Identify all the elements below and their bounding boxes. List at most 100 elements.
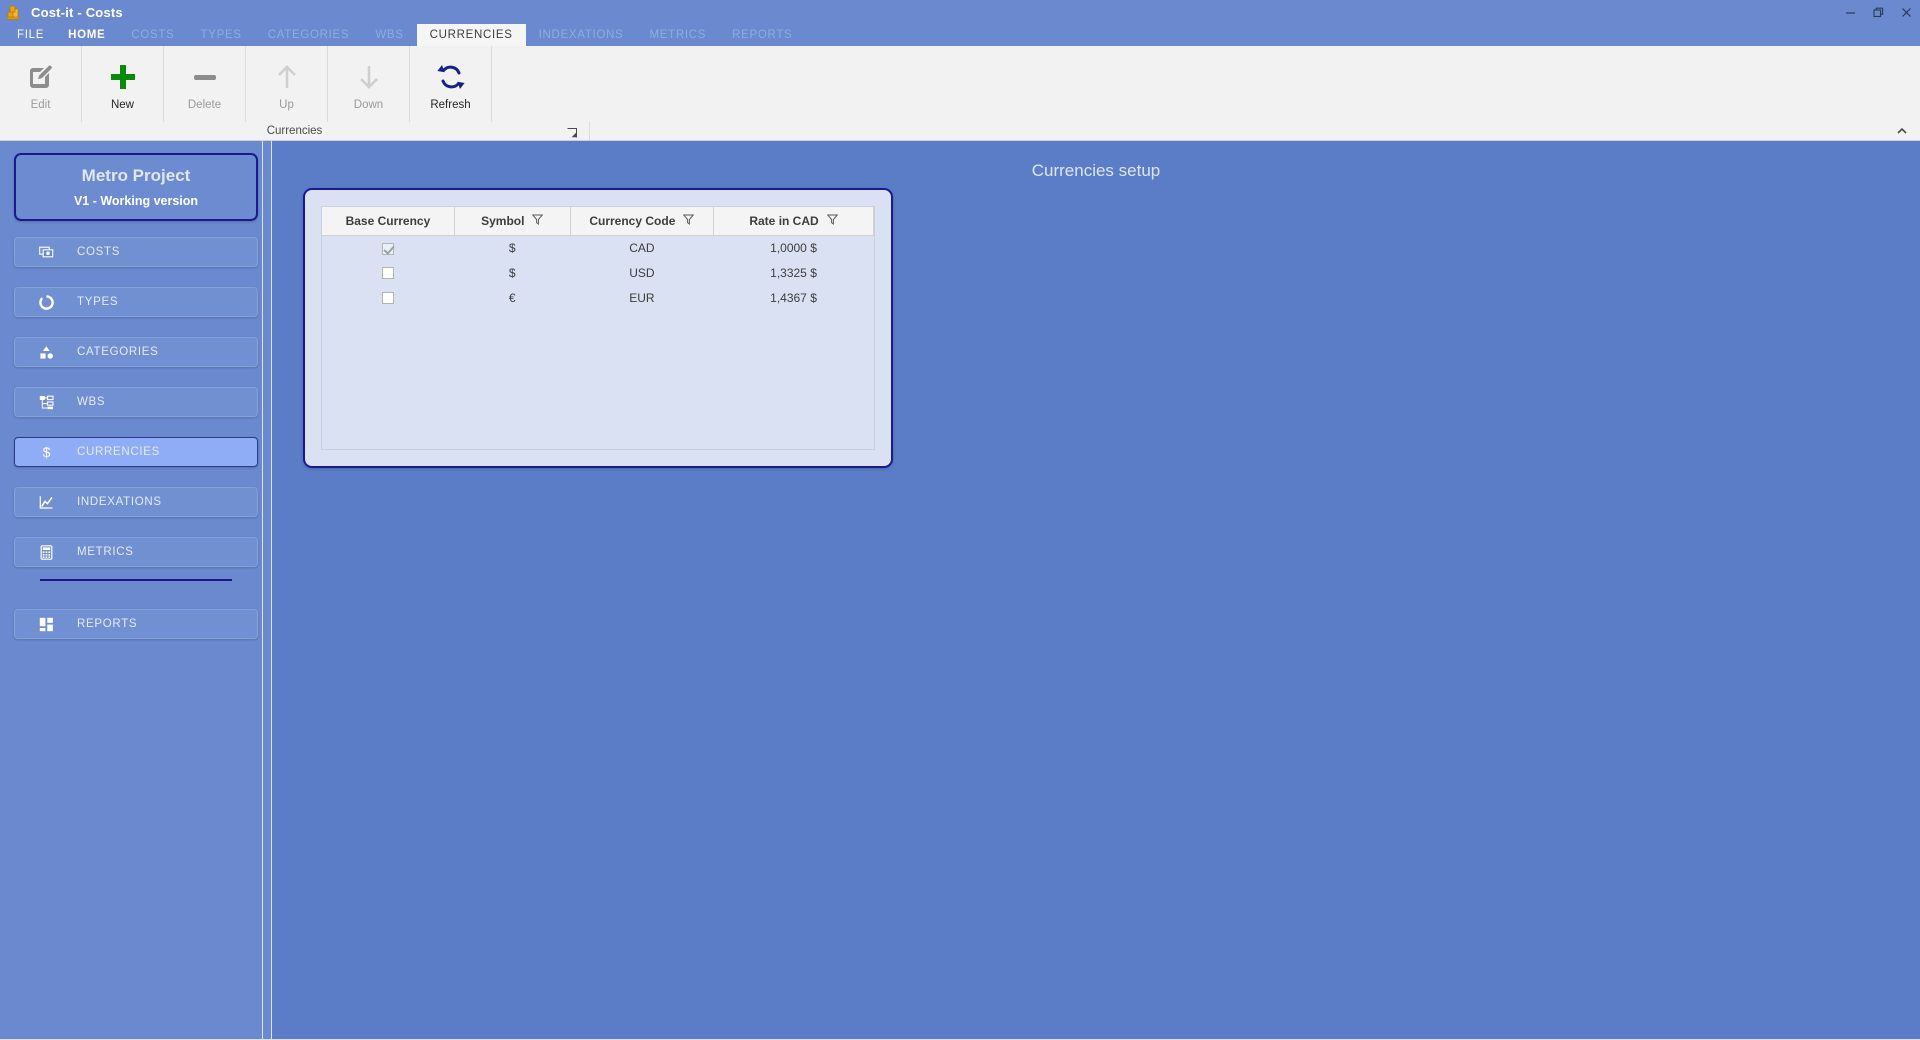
coins-icon [5, 3, 23, 21]
dashboard-icon [15, 617, 77, 632]
ribbon-tab-bar: FILE HOME COSTS TYPES CATEGORIES WBS CUR… [0, 24, 1920, 46]
project-name: Metro Project [81, 166, 191, 185]
sidebar-item-label: INDEXATIONS [77, 496, 162, 508]
base-currency-cell[interactable] [322, 235, 454, 260]
column-header-base-currency[interactable]: Base Currency [322, 207, 455, 236]
filter-funnel-icon[interactable] [683, 214, 695, 228]
column-header-label: Symbol [481, 213, 525, 228]
sidebar-item-currencies[interactable]: $ CURRENCIES [14, 437, 258, 467]
tab-types[interactable]: TYPES [188, 24, 255, 46]
sidebar-item-costs[interactable]: COSTS [14, 237, 258, 267]
ribbon-group-footer: Currencies [0, 121, 590, 140]
ribbon: Edit New Delete Up Down Refresh Currenci… [0, 46, 1920, 141]
currency-code-cell: EUR [629, 290, 655, 305]
tab-wbs[interactable]: WBS [362, 24, 416, 46]
currency-code-cell: CAD [629, 240, 655, 255]
sidebar: Metro Project V1 - Working version COSTS [0, 141, 272, 1039]
sidebar-item-label: METRICS [77, 546, 134, 558]
rate-cell: 1,0000 $ [770, 240, 817, 255]
calculator-icon [15, 544, 77, 560]
minus-icon [190, 57, 220, 97]
sidebar-item-label: TYPES [77, 296, 119, 308]
currency-code-cell: USD [629, 265, 655, 280]
window-title: Cost-it - Costs [31, 4, 123, 20]
column-header-label: Currency Code [589, 213, 676, 228]
base-currency-checkbox[interactable] [382, 242, 395, 255]
edit-pencil-icon [26, 57, 56, 97]
project-card[interactable]: Metro Project V1 - Working version [14, 153, 258, 221]
sidebar-item-wbs[interactable]: WBS [14, 387, 258, 417]
filter-funnel-icon[interactable] [532, 214, 544, 228]
delete-button-label: Delete [187, 99, 222, 111]
tree-icon [15, 395, 77, 410]
table-row[interactable]: € EUR 1,4367 $ [322, 285, 874, 310]
tab-indexations[interactable]: INDEXATIONS [526, 24, 637, 46]
rate-cell: 1,3325 $ [770, 265, 817, 280]
sidebar-nav: COSTS TYPES CATEGORIES WBS $ CURRENCIES … [14, 237, 258, 639]
sidebar-item-label: COSTS [77, 246, 121, 258]
move-up-button[interactable]: Up [246, 46, 328, 122]
base-currency-cell[interactable] [322, 260, 454, 285]
currencies-panel: Base Currency Symbol Currency Code Rate … [303, 188, 893, 468]
project-version: V1 - Working version [73, 194, 199, 208]
ribbon-group-label: Currencies [266, 124, 323, 137]
tab-categories[interactable]: CATEGORIES [255, 24, 363, 46]
column-header-symbol[interactable]: Symbol [454, 207, 571, 236]
refresh-button[interactable]: Refresh [410, 46, 492, 122]
move-up-button-label: Up [279, 99, 294, 111]
main-content: Currencies setup Base Currency Symbol Cu… [272, 141, 1920, 1039]
tab-metrics[interactable]: METRICS [636, 24, 719, 46]
delete-button[interactable]: Delete [164, 46, 246, 122]
column-header-rate-in-cad[interactable]: Rate in CAD [713, 207, 874, 236]
refresh-icon [436, 57, 466, 97]
page-title: Currencies setup [1031, 161, 1161, 180]
table-row[interactable]: $ USD 1,3325 $ [322, 260, 874, 285]
move-down-button-label: Down [353, 99, 384, 111]
base-currency-checkbox[interactable] [382, 292, 395, 305]
title-bar: Cost-it - Costs [0, 0, 1920, 24]
restore-icon[interactable] [1864, 0, 1892, 24]
filter-funnel-icon[interactable] [826, 214, 838, 228]
table-row[interactable]: $ CAD 1,0000 $ [322, 235, 874, 260]
donut-icon [15, 294, 77, 310]
sidebar-item-label: REPORTS [77, 618, 138, 630]
arrow-up-icon [272, 57, 302, 97]
tab-home[interactable]: HOME [55, 24, 118, 46]
tab-currencies[interactable]: CURRENCIES [416, 24, 526, 46]
symbol-cell: $ [508, 265, 516, 280]
sidebar-item-label: WBS [77, 396, 106, 408]
move-down-button[interactable]: Down [328, 46, 410, 122]
dialog-launcher-icon[interactable] [567, 125, 577, 138]
shapes-icon [15, 345, 77, 360]
window-controls [1836, 0, 1920, 24]
column-header-currency-code[interactable]: Currency Code [570, 207, 715, 236]
arrow-down-icon [354, 57, 384, 97]
currencies-table: Base Currency Symbol Currency Code Rate … [322, 207, 874, 310]
tab-file[interactable]: FILE [6, 24, 55, 46]
base-currency-checkbox[interactable] [382, 267, 395, 280]
close-icon[interactable] [1892, 0, 1920, 24]
table-header-row: Base Currency Symbol Currency Code Rate … [322, 207, 874, 236]
new-button[interactable]: New [82, 46, 164, 122]
sidebar-item-categories[interactable]: CATEGORIES [14, 337, 258, 367]
base-currency-cell[interactable] [322, 285, 454, 310]
symbol-cell: € [508, 290, 516, 305]
sidebar-item-metrics[interactable]: METRICS [14, 537, 258, 567]
sidebar-item-types[interactable]: TYPES [14, 287, 258, 317]
tab-reports[interactable]: REPORTS [719, 24, 805, 46]
dollar-icon: $ [15, 444, 77, 460]
sidebar-item-indexations[interactable]: INDEXATIONS [14, 487, 258, 517]
sidebar-item-label: CATEGORIES [77, 346, 159, 358]
refresh-button-label: Refresh [430, 99, 471, 111]
new-button-label: New [110, 99, 134, 111]
sidebar-splitter[interactable] [262, 141, 272, 1039]
sidebar-item-reports[interactable]: REPORTS [14, 609, 258, 639]
minimize-icon[interactable] [1836, 0, 1864, 24]
sidebar-divider [40, 579, 232, 581]
edit-button[interactable]: Edit [0, 46, 82, 122]
currencies-grid[interactable]: Base Currency Symbol Currency Code Rate … [321, 206, 875, 450]
tab-costs[interactable]: COSTS [118, 24, 187, 46]
column-header-label: Rate in CAD [749, 213, 819, 228]
sidebar-item-label: CURRENCIES [77, 446, 161, 458]
chevron-up-icon[interactable] [1896, 124, 1908, 138]
